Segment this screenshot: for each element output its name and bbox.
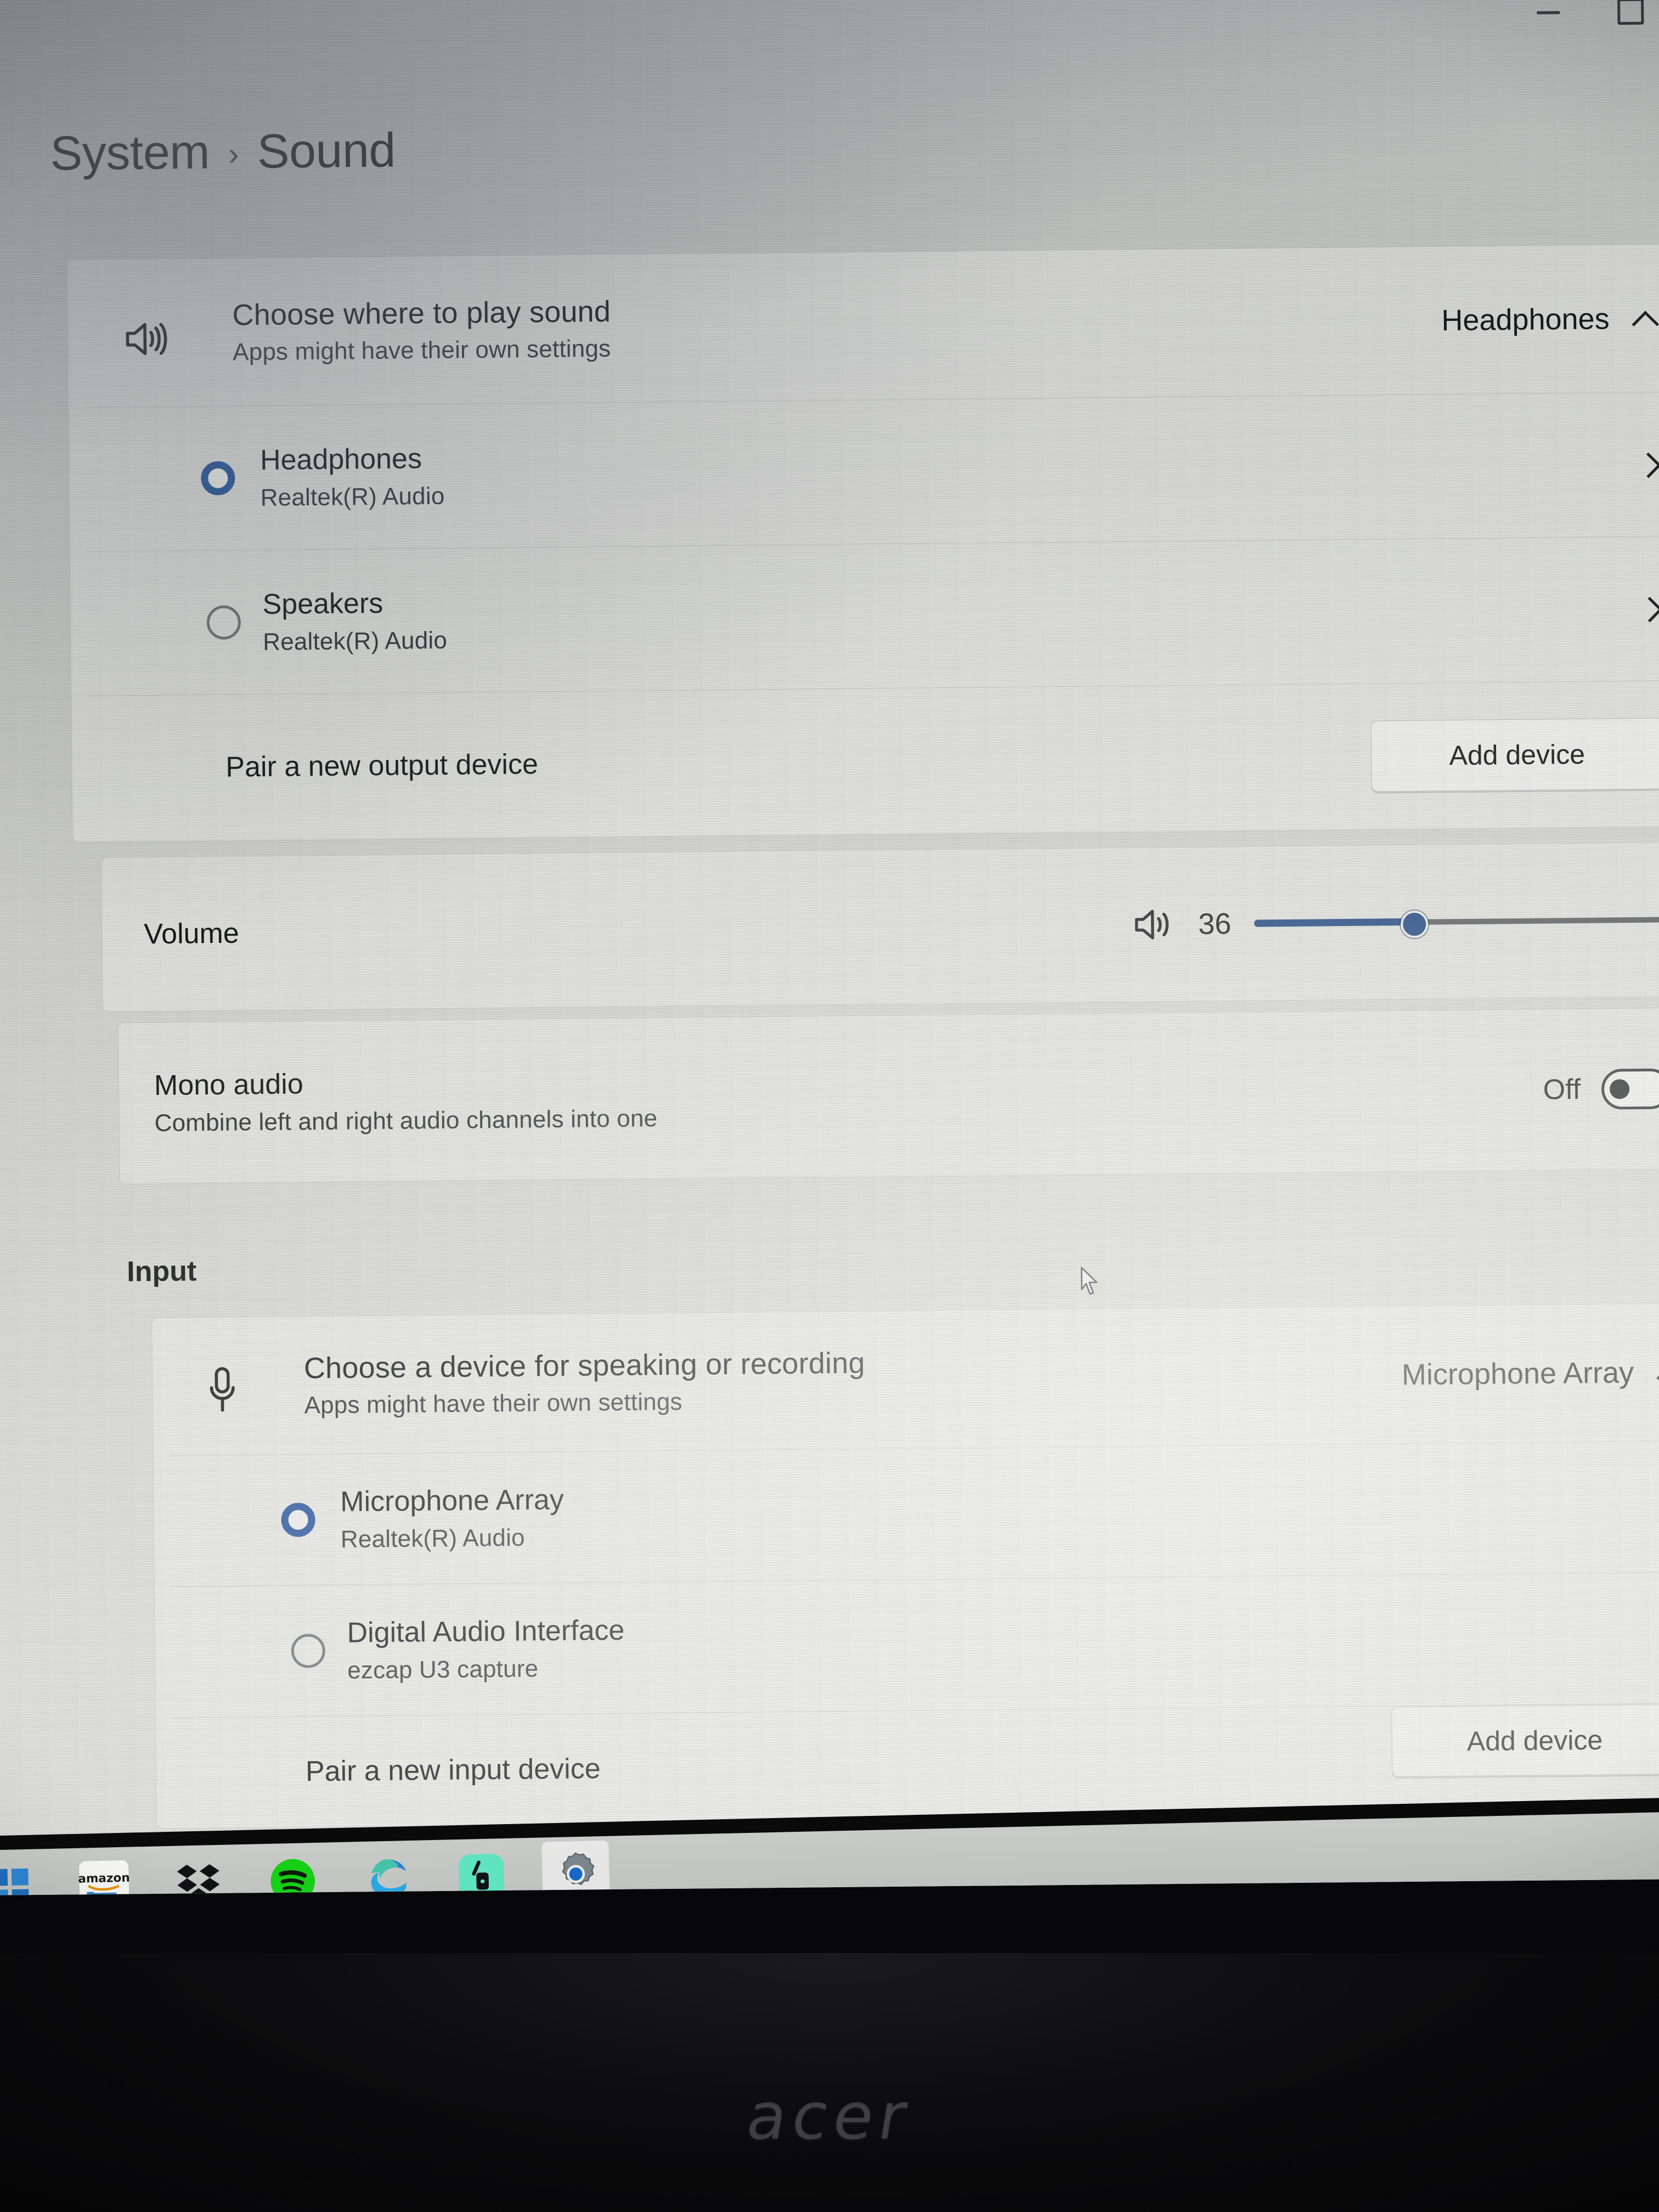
radio-selected-icon[interactable] bbox=[281, 1503, 315, 1537]
pair-output-device-label: Pair a new output device bbox=[225, 748, 539, 783]
volume-label: Volume bbox=[144, 917, 240, 951]
input-chooser-row[interactable]: Choose a device for speaking or recordin… bbox=[152, 1304, 1659, 1455]
amazon-icon: amazon bbox=[78, 1860, 130, 1895]
input-device-row[interactable]: Microphone Array Realtek(R) Audio bbox=[153, 1441, 1659, 1587]
laptop-bezel: acer bbox=[0, 1953, 1659, 2212]
taskbar-item-start[interactable] bbox=[0, 1853, 44, 1895]
toggle-knob bbox=[1609, 1079, 1630, 1099]
breadcrumb: System › Sound bbox=[50, 122, 396, 182]
edge-icon bbox=[371, 1859, 407, 1895]
taskbar-item-dropbox[interactable] bbox=[164, 1849, 233, 1895]
chevron-right-icon: › bbox=[228, 136, 239, 172]
microphone-icon bbox=[210, 1367, 235, 1412]
add-input-device-button[interactable]: Add device bbox=[1391, 1704, 1659, 1778]
taskbar-item-settings[interactable] bbox=[541, 1840, 610, 1895]
mono-audio-title: Mono audio bbox=[154, 1068, 303, 1102]
input-chooser-subtitle: Apps might have their own settings bbox=[304, 1388, 682, 1419]
taskbar-items: amazon bbox=[0, 1840, 610, 1895]
input-device-row[interactable]: Digital Audio Interface ezcap U3 capture bbox=[155, 1572, 1659, 1718]
chevron-right-icon[interactable] bbox=[1635, 452, 1659, 477]
input-device-name: Microphone Array bbox=[340, 1483, 565, 1518]
pair-output-device-row: Pair a new output device Add device bbox=[71, 681, 1659, 841]
chevron-right-icon[interactable] bbox=[1637, 596, 1659, 621]
speaker-icon bbox=[126, 323, 167, 356]
settings-window: System › Sound Choose where to play soun… bbox=[0, 0, 1659, 1852]
input-device-detail: ezcap U3 capture bbox=[347, 1655, 539, 1684]
mouse-cursor bbox=[1081, 1267, 1098, 1295]
output-device-row[interactable]: Speakers Realtek(R) Audio bbox=[70, 537, 1659, 696]
mono-audio-subtitle: Combine left and right audio channels in… bbox=[154, 1105, 658, 1137]
volume-card: Volume 36 bbox=[100, 842, 1659, 1012]
taskbar-item-spotify[interactable] bbox=[258, 1847, 327, 1895]
radio-unselected-icon[interactable] bbox=[206, 605, 241, 640]
mono-audio-state-label: Off bbox=[1543, 1073, 1581, 1106]
pair-input-device-label: Pair a new input device bbox=[305, 1753, 601, 1788]
input-device-name: Digital Audio Interface bbox=[347, 1614, 625, 1649]
output-chooser-title: Choose where to play sound bbox=[232, 295, 611, 332]
chevron-up-icon[interactable] bbox=[1633, 306, 1658, 331]
add-output-device-label: Add device bbox=[1449, 738, 1585, 771]
output-selected-device: Headphones bbox=[1441, 302, 1610, 337]
laptop-display: System › Sound Choose where to play soun… bbox=[0, 0, 1659, 1895]
volume-row: Volume 36 bbox=[101, 843, 1659, 1012]
radio-unselected-icon[interactable] bbox=[291, 1633, 326, 1668]
brand-logo: acer bbox=[741, 2078, 918, 2154]
minimize-icon bbox=[1537, 10, 1560, 14]
slider-fill bbox=[1254, 918, 1413, 927]
minimize-button[interactable] bbox=[1507, 0, 1590, 43]
mono-audio-toggle[interactable] bbox=[1601, 1068, 1659, 1110]
maximize-icon bbox=[1617, 0, 1644, 25]
radio-selected-icon[interactable] bbox=[201, 461, 235, 496]
output-device-detail: Realtek(R) Audio bbox=[262, 627, 448, 656]
input-section-heading: Input bbox=[126, 1255, 197, 1288]
dropbox-icon bbox=[177, 1864, 220, 1895]
add-output-device-button[interactable]: Add device bbox=[1370, 718, 1659, 792]
svg-text:amazon: amazon bbox=[78, 1871, 130, 1886]
slider-thumb[interactable] bbox=[1401, 910, 1429, 939]
windows-logo-icon bbox=[0, 1868, 29, 1895]
add-input-device-label: Add device bbox=[1466, 1724, 1603, 1757]
taskbar-item-edge[interactable] bbox=[353, 1845, 421, 1895]
speaker-icon bbox=[1135, 910, 1169, 940]
page-title: Sound bbox=[257, 122, 396, 178]
output-chooser-row[interactable]: Choose where to play sound Apps might ha… bbox=[67, 245, 1659, 407]
mono-audio-row: Mono audio Combine left and right audio … bbox=[119, 1008, 1659, 1184]
input-selected-device: Microphone Array bbox=[1401, 1356, 1634, 1392]
output-device-row[interactable]: Headphones Realtek(R) Audio bbox=[69, 392, 1659, 551]
output-device-detail: Realtek(R) Audio bbox=[260, 482, 445, 511]
taskbar-item-amazon[interactable]: amazon bbox=[70, 1851, 138, 1895]
output-device-name: Headphones bbox=[259, 443, 422, 476]
input-device-card: Choose a device for speaking or recordin… bbox=[151, 1302, 1659, 1829]
output-device-card: Choose where to play sound Apps might ha… bbox=[66, 244, 1659, 843]
spotify-icon bbox=[270, 1859, 315, 1895]
volume-value: 36 bbox=[1198, 907, 1232, 941]
output-chooser-subtitle: Apps might have their own settings bbox=[232, 335, 611, 366]
mono-audio-card: Mono audio Combine left and right audio … bbox=[117, 1007, 1659, 1184]
gear-icon bbox=[562, 1852, 595, 1886]
app-icon bbox=[459, 1854, 505, 1895]
breadcrumb-parent[interactable]: System bbox=[50, 124, 210, 182]
window-titlebar bbox=[1288, 0, 1659, 56]
photograph-of-laptop-screen: System › Sound Choose where to play soun… bbox=[0, 0, 1659, 2212]
maximize-button[interactable] bbox=[1589, 0, 1659, 42]
taskbar-item-app[interactable] bbox=[447, 1843, 516, 1895]
volume-slider[interactable] bbox=[1254, 903, 1659, 940]
input-chooser-title: Choose a device for speaking or recordin… bbox=[303, 1346, 865, 1385]
output-device-name: Speakers bbox=[262, 587, 383, 620]
input-device-detail: Realtek(R) Audio bbox=[340, 1524, 525, 1553]
